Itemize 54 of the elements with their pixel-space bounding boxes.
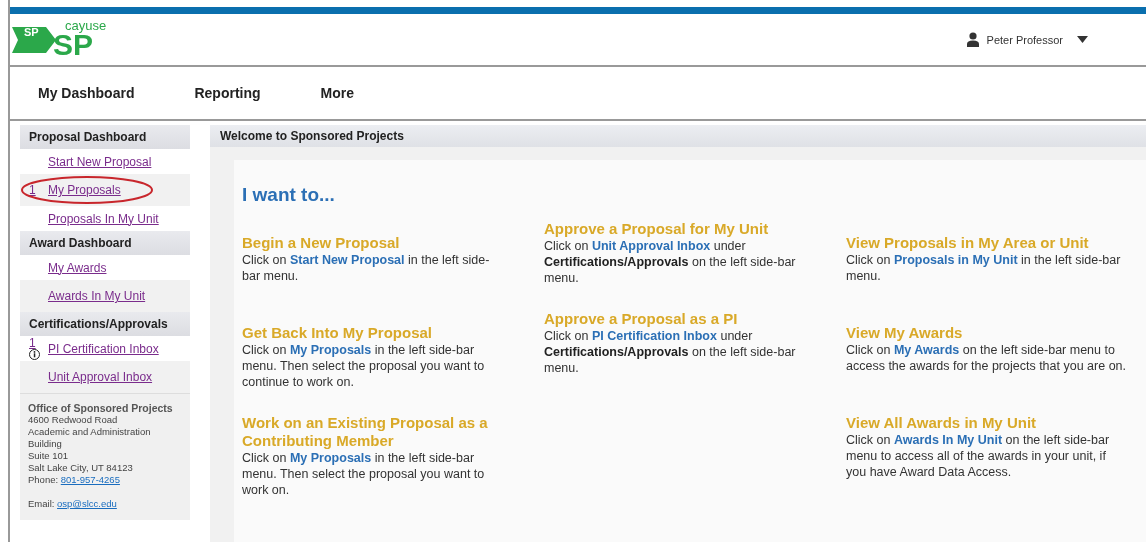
user-menu-button[interactable]: Peter Professor	[986, 33, 1069, 46]
task-description: Click on PI Certification Inbox under Certifications/Approvals on the left side-bar menu.	[544, 328, 797, 376]
page-heading: I want to...	[242, 184, 336, 206]
panel-title: Welcome to Sponsored Projects	[210, 125, 1146, 147]
task-description: Click on My Awards on the left side-bar menu to access the awards for the projects that you are on.	[846, 342, 1126, 374]
logo-badge-icon	[12, 26, 56, 53]
task-description: Click on Proposals in My Unit in the left side-bar menu.	[846, 252, 1122, 284]
logo-badge-text: SP	[24, 26, 39, 38]
task-heading: Work on an Existing Proposal as a Contributing Member	[242, 414, 489, 450]
sidebar-link-reference[interactable]: Start New Proposal	[289, 253, 405, 267]
address-line: 4600 Redwood Road	[28, 414, 119, 426]
sidebar-link[interactable]: PI Certification Inbox	[48, 341, 159, 356]
sidebar-link-reference[interactable]: My Proposals	[289, 451, 372, 465]
task-description: Click on Start New Proposal in the left side-bar menu.	[242, 252, 491, 284]
email-label: Email:	[28, 498, 55, 509]
logo-small-text: cayuse	[65, 19, 107, 32]
sidebar-link[interactable]: Start New Proposal	[48, 154, 152, 169]
sidebar-link-reference[interactable]: My Awards	[893, 343, 960, 357]
address-line: Salt Lake City, UT 84123	[28, 462, 134, 474]
address-line: Suite 101	[28, 450, 70, 462]
task-heading: Approve a Proposal for My Unit	[544, 220, 770, 238]
task-heading: Begin a New Proposal	[242, 234, 401, 252]
task-description: Click on My Proposals in the left side-bar menu. Then select the proposal you want to continue to work on.	[242, 342, 486, 390]
sidebar-link[interactable]: My Awards	[48, 260, 107, 275]
task-heading: Approve a Proposal as a PI	[544, 310, 739, 328]
address-line: Academic and Administration Building	[28, 426, 152, 450]
sidebar-link[interactable]: My Proposals	[48, 183, 121, 197]
email-link[interactable]: osp@slcc.edu	[57, 498, 117, 509]
sidebar-link-reference[interactable]: Proposals in My Unit	[893, 253, 1018, 267]
task-heading: View Proposals in My Area or Unit	[846, 234, 1090, 252]
sidebar-link-reference[interactable]: My Proposals	[289, 343, 372, 357]
sidebar-link-reference[interactable]: Unit Approval Inbox	[591, 239, 711, 253]
sidebar-section-header: Certifications/Approvals	[20, 312, 190, 336]
user-icon	[966, 32, 979, 47]
sidebar-link-reference[interactable]: Awards In My Unit	[893, 433, 1003, 447]
task-heading: Get Back Into My Proposal	[242, 324, 434, 342]
caret-icon[interactable]	[1077, 36, 1088, 43]
task-heading: View All Awards in My Unit	[846, 414, 1038, 432]
nav-tab[interactable]: Reporting	[194, 85, 261, 101]
count-link[interactable]: 1	[29, 337, 36, 349]
task-description: Click on My Proposals in the left side-bar menu. Then select the proposal you want to work on.	[242, 450, 486, 498]
sidebar-link[interactable]: Proposals In My Unit	[48, 211, 159, 226]
sidebar-link-reference[interactable]: PI Certification Inbox	[591, 329, 717, 343]
sidebar-section-header: Proposal Dashboard	[20, 125, 190, 149]
task-heading: View My Awards	[846, 324, 964, 342]
contact-title: Office of Sponsored Projects	[28, 402, 174, 414]
count-link[interactable]: 1	[29, 184, 36, 196]
task-description: Click on Awards In My Unit on the left side-bar menu to access all of the awards in your unit, if you have Award Data Access.	[846, 432, 1111, 480]
phone-link[interactable]: 801-957-4265	[60, 474, 120, 485]
phone-label: Phone:	[28, 474, 59, 485]
sidebar-section-header: Award Dashboard	[20, 231, 190, 255]
nav-tab[interactable]: More	[320, 85, 355, 101]
nav-tab[interactable]: My Dashboard	[38, 85, 135, 101]
task-description: Click on Unit Approval Inbox under Certifications/Approvals on the left side-bar menu.	[544, 238, 797, 286]
